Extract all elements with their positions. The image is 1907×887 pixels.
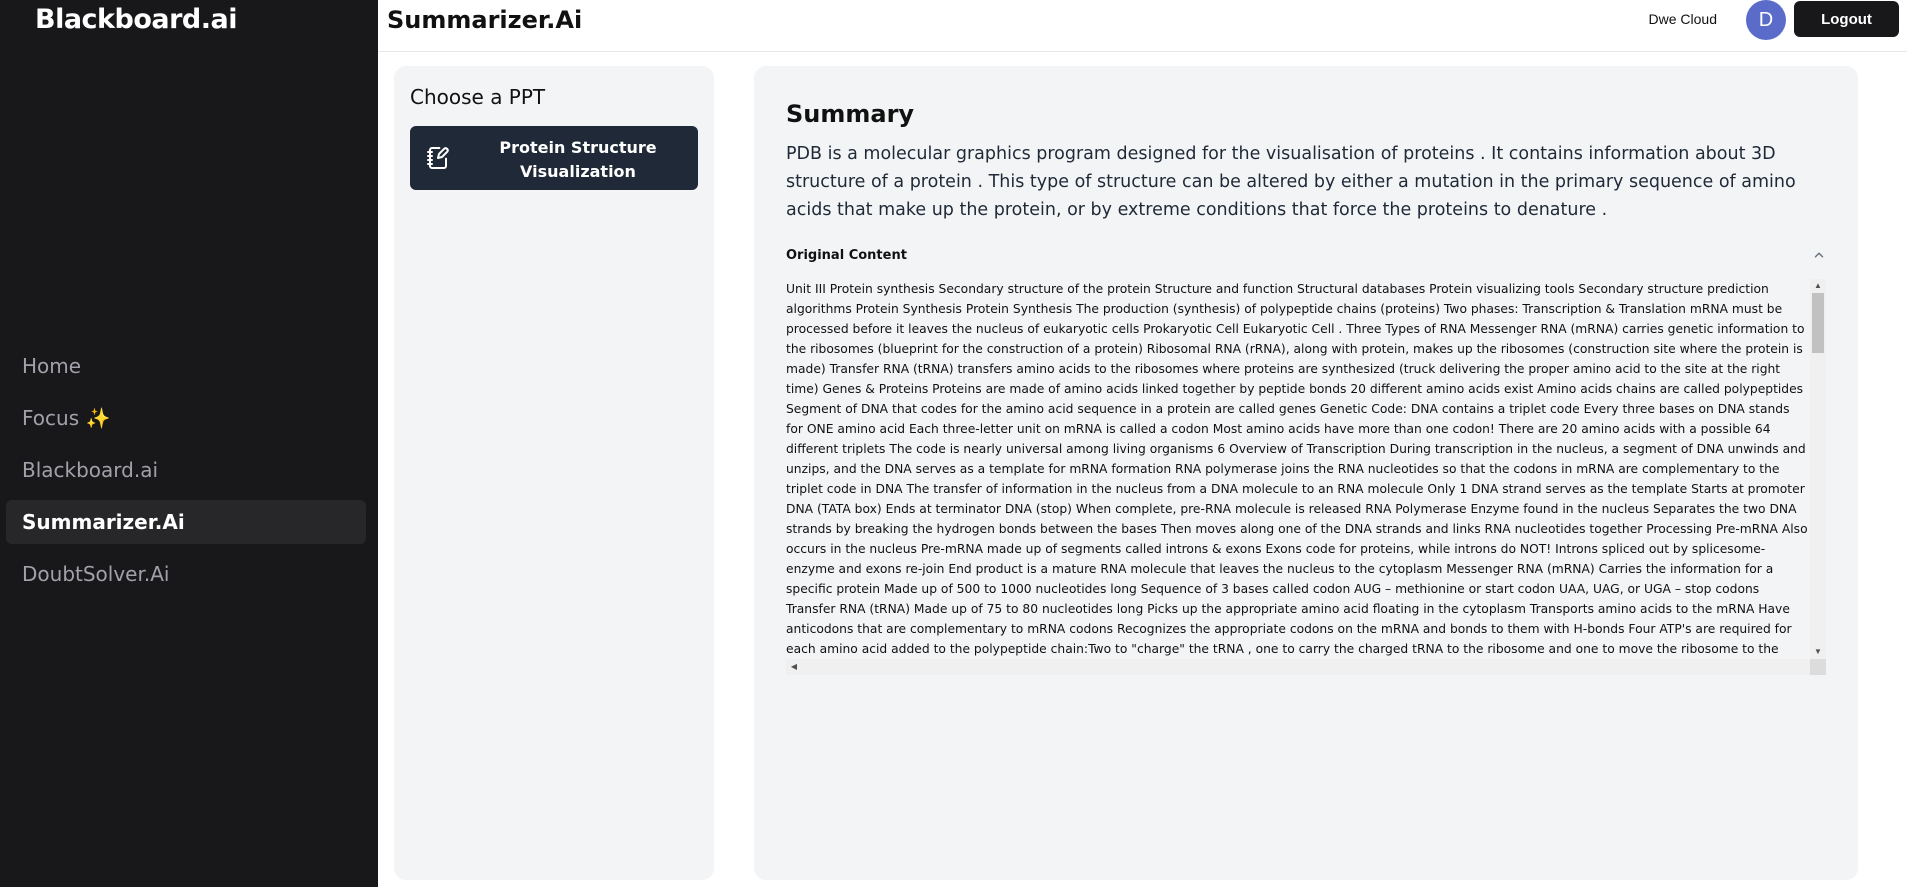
avatar[interactable]: D [1746,0,1786,40]
original-content-text: Unit III Protein synthesis Secondary str… [786,282,1808,656]
original-content-label: Original Content [786,248,907,263]
ppt-panel: Choose a PPT Protein Structure Visualiza… [394,66,714,880]
scrollbar-corner [1810,659,1826,675]
notebook-pen-icon [426,146,450,170]
summary-title: Summary [786,100,915,128]
sidebar: Blackboard.ai Home Focus ✨ Blackboard.ai… [0,0,378,887]
sidebar-item-summarizer[interactable]: Summarizer.Ai [6,500,366,544]
scrollbar-thumb[interactable] [1812,293,1824,353]
page-title: Summarizer.Ai [387,6,583,34]
vertical-scrollbar[interactable]: ▲ ▼ [1810,279,1826,659]
summary-panel: Summary PDB is a molecular graphics prog… [754,66,1858,880]
scroll-down-arrow-icon[interactable]: ▼ [1810,645,1826,659]
sidebar-item-home[interactable]: Home [6,344,366,388]
logout-button[interactable]: Logout [1794,1,1899,37]
user-name: Dwe Cloud [1648,11,1717,27]
ppt-item-protein-structure[interactable]: Protein Structure Visualization [410,126,698,190]
summary-text: PDB is a molecular graphics program desi… [786,144,1796,220]
original-content-box[interactable]: Unit III Protein synthesis Secondary str… [786,279,1826,675]
sidebar-nav: Home Focus ✨ Blackboard.ai Summarizer.Ai… [6,344,366,604]
brand-logo[interactable]: Blackboard.ai [35,4,238,35]
chevron-up-icon [1812,248,1826,262]
top-header: Summarizer.Ai Dwe Cloud D Logout [378,0,1907,52]
original-content-toggle[interactable]: Original Content [786,244,1826,268]
scroll-up-arrow-icon[interactable]: ▲ [1810,279,1826,293]
scroll-left-arrow-icon[interactable]: ◀ [786,659,802,675]
ppt-heading: Choose a PPT [410,85,546,109]
ppt-item-label: Protein Structure Visualization [499,138,657,181]
sidebar-item-focus[interactable]: Focus ✨ [6,396,366,440]
horizontal-scrollbar[interactable]: ◀ [786,659,1810,675]
sidebar-item-blackboard[interactable]: Blackboard.ai [6,448,366,492]
sidebar-item-doubtsolver[interactable]: DoubtSolver.Ai [6,552,366,596]
